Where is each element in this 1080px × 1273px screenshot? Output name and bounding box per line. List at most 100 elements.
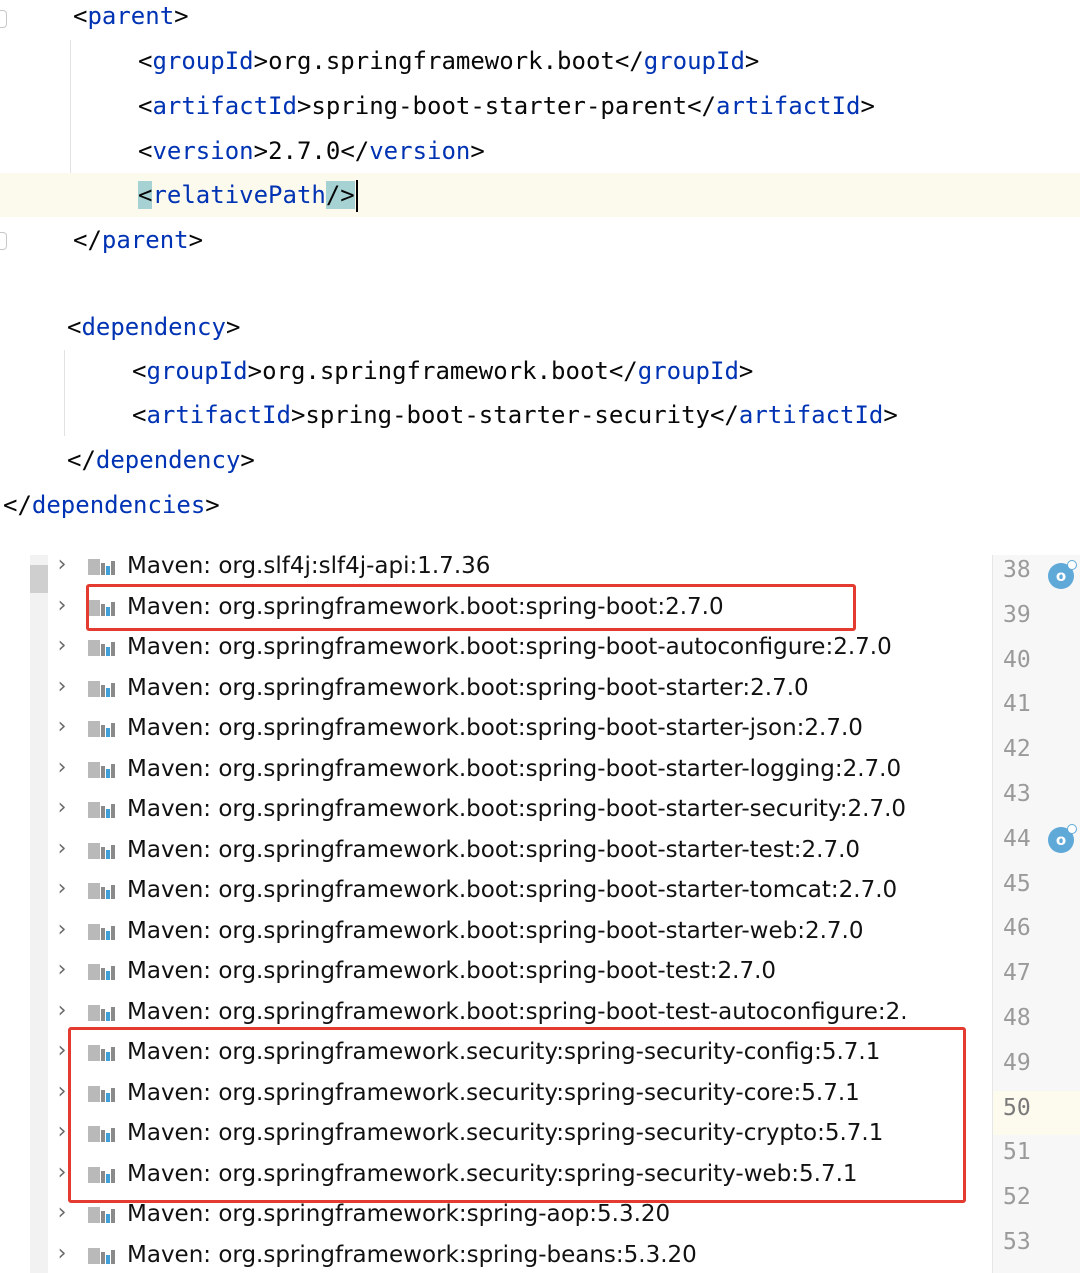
override-marker-icon[interactable]: o — [1048, 824, 1077, 853]
maven-library-icon — [88, 964, 115, 980]
xml-tag: artifactId — [146, 401, 291, 429]
code-line-relativepath[interactable]: <relativePath/> — [0, 173, 1080, 217]
maven-library-icon — [88, 842, 115, 859]
library-label: Maven: org.springframework.boot:spring-b… — [127, 755, 902, 782]
library-item[interactable]: › Maven: org.springframework.boot:spring-… — [0, 830, 990, 870]
xml-tag: artifactId — [716, 92, 861, 120]
line-number: 45 — [1003, 870, 1031, 897]
xml-tag: groupId — [637, 357, 739, 385]
code-line-artifactid: <artifactId>spring-boot-starter-parent</… — [138, 92, 875, 120]
library-label: Maven: org.slf4j:slf4j-api:1.7.36 — [127, 555, 491, 579]
library-item[interactable]: › Maven: org.springframework.boot:spring-… — [0, 627, 990, 667]
override-marker-icon[interactable]: o — [1048, 560, 1077, 589]
expand-chevron-icon[interactable]: › — [52, 627, 72, 667]
expand-chevron-icon[interactable]: › — [52, 911, 72, 951]
library-item[interactable]: › Maven: org.slf4j:slf4j-api:1.7.36 — [0, 555, 990, 586]
code-line-parent-close: </parent> — [73, 226, 204, 254]
library-item[interactable]: › Maven: org.springframework.boot:spring-… — [0, 870, 990, 910]
expand-chevron-icon[interactable]: › — [52, 789, 72, 829]
matched-bracket: /> — [325, 181, 355, 209]
line-number-gutter: 38 39 40 41 42 43 44 45 46 47 48 49 50 51 52 53 o o — [992, 555, 1080, 1273]
library-label: Maven: org.springframework.boot:spring-b… — [127, 998, 908, 1025]
code-line-dep-groupid: <groupId>org.springframework.boot</group… — [132, 357, 754, 385]
expand-chevron-icon[interactable]: › — [52, 587, 72, 627]
library-item[interactable]: › Maven: org.springframework.boot:spring-… — [0, 789, 990, 829]
maven-library-icon — [88, 721, 115, 737]
maven-library-icon — [88, 1207, 115, 1223]
xml-tag: groupId — [643, 47, 745, 75]
library-label: Maven: org.springframework.boot:spring-b… — [127, 634, 892, 660]
code-line-dependency-close: </dependency> — [67, 446, 255, 474]
xml-tag: relativePath — [152, 181, 326, 209]
expand-chevron-icon[interactable]: › — [52, 708, 72, 748]
text-caret — [355, 180, 358, 212]
xml-tag: parent — [87, 2, 175, 30]
xml-tag: parent — [101, 226, 189, 254]
maven-library-icon — [88, 1004, 115, 1021]
matched-bracket: < — [138, 181, 153, 209]
xml-value: spring-boot-starter-parent — [311, 92, 688, 120]
expand-chevron-icon[interactable]: › — [52, 830, 72, 870]
library-label: Maven: org.springframework.boot:spring-b… — [127, 674, 809, 701]
xml-tag: dependencies — [31, 491, 206, 519]
line-number: 42 — [1003, 736, 1031, 763]
line-number: 47 — [1003, 960, 1031, 987]
expand-chevron-icon[interactable]: › — [52, 951, 72, 991]
library-item[interactable]: › Maven: org.springframework.boot:spring-… — [0, 911, 990, 951]
expand-chevron-icon[interactable]: › — [52, 1235, 72, 1273]
xml-tag: dependency — [95, 446, 241, 474]
maven-library-icon — [88, 680, 115, 697]
code-line-version: <version>2.7.0</version> — [138, 137, 485, 165]
xml-tag: groupId — [146, 357, 248, 385]
maven-library-icon — [88, 1247, 115, 1264]
library-item[interactable]: › Maven: org.springframework.boot:spring-… — [0, 992, 990, 1032]
xml-value: org.springframework.boot — [262, 357, 609, 385]
highlight-box-spring-boot — [86, 584, 856, 631]
xml-value: 2.7.0 — [268, 137, 341, 165]
library-item[interactable]: › Maven: org.springframework.boot:spring-… — [0, 951, 990, 991]
line-number: 48 — [1003, 1005, 1031, 1031]
library-label: Maven: org.springframework.boot:spring-b… — [127, 796, 907, 822]
xml-tag: artifactId — [738, 401, 884, 429]
library-item[interactable]: › Maven: org.springframework:spring-beans… — [0, 1235, 990, 1273]
line-number: 40 — [1003, 646, 1031, 673]
expand-chevron-icon[interactable]: › — [52, 870, 72, 910]
library-label: Maven: org.springframework.boot:spring-b… — [127, 836, 861, 863]
line-number: 38 — [1003, 557, 1031, 583]
maven-library-icon — [88, 923, 115, 940]
line-number: 44 — [1003, 825, 1031, 852]
xml-tag: artifactId — [152, 92, 297, 120]
library-label: Maven: org.springframework.boot:spring-b… — [127, 917, 864, 944]
library-label: Maven: org.springframework.boot:spring-b… — [127, 877, 898, 903]
maven-library-icon — [88, 640, 115, 656]
external-libraries-tree[interactable]: › Maven: org.slf4j:slf4j-api:1.7.36 › Maven… — [0, 555, 1080, 1273]
library-label: Maven: org.springframework.boot:spring-b… — [127, 715, 863, 741]
xml-tag: groupId — [152, 47, 254, 75]
line-number: 46 — [1003, 915, 1031, 942]
line-number: 50 — [1003, 1094, 1031, 1121]
library-item[interactable]: › Maven: org.springframework.boot:spring-… — [0, 749, 990, 789]
xml-value: spring-boot-starter-security — [305, 401, 710, 429]
library-item[interactable]: › Maven: org.springframework.boot:spring-… — [0, 668, 990, 708]
expand-chevron-icon[interactable]: › — [52, 668, 72, 708]
maven-library-icon — [88, 802, 115, 818]
line-number: 49 — [1003, 1049, 1031, 1076]
xml-tag: version — [369, 137, 471, 165]
line-number: 41 — [1003, 691, 1031, 718]
library-label: Maven: org.springframework:spring-beans:… — [127, 1241, 697, 1268]
line-number: 51 — [1003, 1139, 1031, 1166]
expand-chevron-icon[interactable]: › — [52, 555, 72, 586]
xml-value: org.springframework.boot — [268, 47, 615, 75]
maven-library-icon — [88, 761, 115, 778]
code-line-dependency-open: <dependency> — [67, 313, 241, 341]
line-number: 52 — [1003, 1184, 1031, 1211]
library-item[interactable]: › Maven: org.springframework.boot:spring-… — [0, 708, 990, 748]
expand-chevron-icon[interactable]: › — [52, 749, 72, 789]
code-line-groupid: <groupId>org.springframework.boot</group… — [138, 47, 760, 75]
highlight-box-spring-security — [68, 1027, 966, 1203]
xml-tag: dependency — [81, 313, 226, 341]
code-line-parent-open: <parent> — [73, 2, 189, 30]
maven-library-icon — [88, 883, 115, 899]
expand-chevron-icon[interactable]: › — [52, 992, 72, 1032]
pom-xml-editor[interactable]: <parent> <groupId>org.springframework.bo… — [0, 0, 1080, 530]
